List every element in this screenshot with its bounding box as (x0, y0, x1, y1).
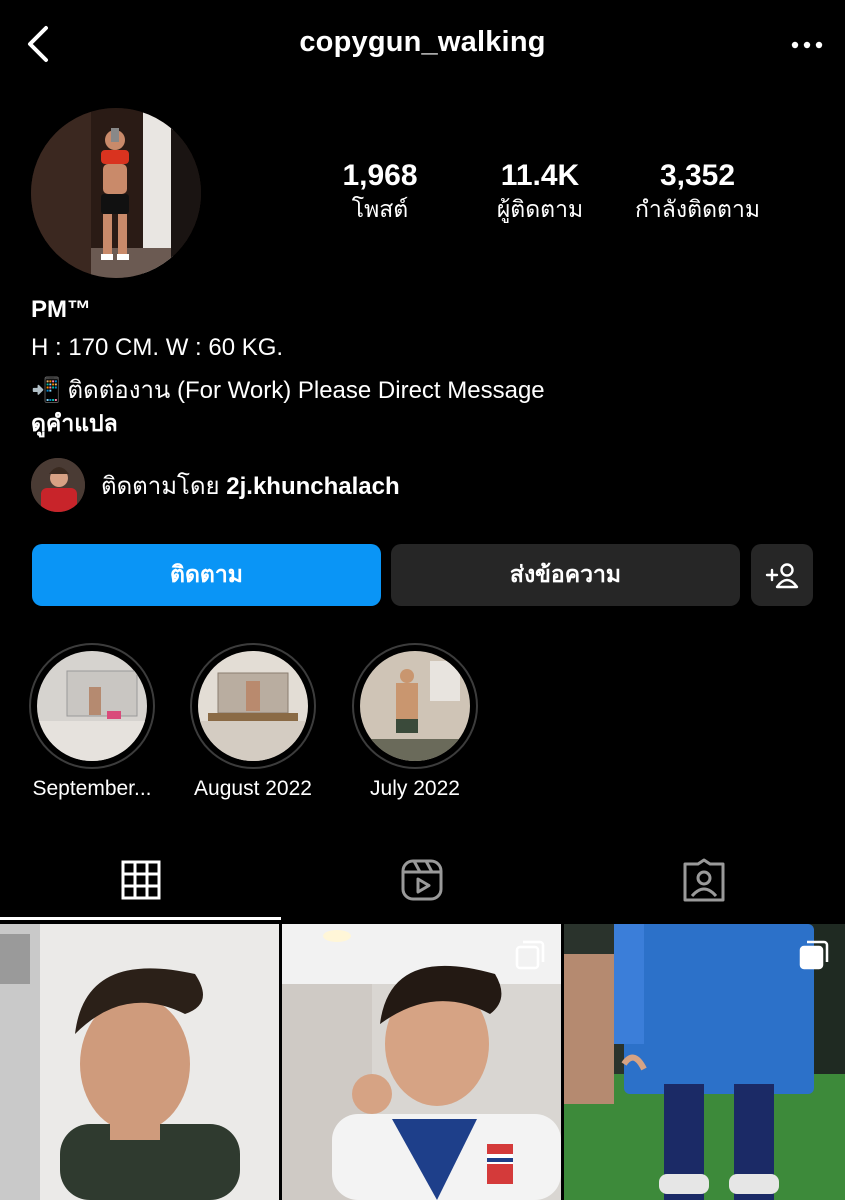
highlight-cover (37, 651, 147, 761)
story-highlight[interactable]: September... (29, 643, 155, 800)
posts-count: 1,968 (342, 159, 418, 192)
story-highlight[interactable]: August 2022 (190, 643, 316, 800)
posts-grid (0, 924, 845, 1200)
following-count: 3,352 (659, 159, 736, 192)
add-user-icon (765, 563, 799, 589)
multiple-photos-icon (799, 940, 829, 970)
tab-reels[interactable] (281, 840, 562, 920)
followed-by-prefix: ติดตามโดย (101, 472, 220, 500)
followers-stat[interactable]: 11.4K ผู้ติดตาม (470, 158, 610, 224)
posts-label: โพสต์ (351, 196, 409, 222)
avatar (31, 458, 85, 512)
story-highlight[interactable]: July 2022 (352, 643, 478, 800)
message-button[interactable]: ส่งข้อความ (391, 544, 740, 606)
grid-post[interactable] (282, 924, 561, 1200)
tagged-icon (683, 858, 724, 902)
following-stat[interactable]: 3,352 กำลังติดตาม (620, 158, 775, 224)
followers-count: 11.4K (500, 159, 580, 192)
followed-by[interactable]: ติดตามโดย 2j.khunchalach (31, 458, 400, 512)
more-horizontal-icon (791, 41, 823, 49)
message-button-label: ส่งข้อความ (509, 561, 622, 587)
suggest-users-button[interactable] (751, 544, 813, 606)
profile-avatar[interactable] (31, 108, 201, 278)
tab-tagged[interactable] (562, 840, 845, 920)
followers-label: ผู้ติดตาม (496, 196, 584, 222)
post-thumbnail (0, 924, 279, 1200)
top-bar: copygun_walking (0, 0, 845, 90)
profile-page: copygun_walking 1,968 โพสต์ 11.4K ผู้ติด… (0, 0, 845, 1200)
mutual-follower-photo (31, 458, 85, 512)
profile-username: copygun_walking (299, 26, 546, 58)
posts-stat[interactable]: 1,968 โพสต์ (320, 158, 440, 224)
bio-line: H : 170 CM. W : 60 KG. (31, 334, 284, 361)
highlight-label: July 2022 (370, 777, 460, 800)
followed-by-text: ติดตามโดย 2j.khunchalach (101, 466, 400, 505)
see-translation-link[interactable]: ดูคำแปล (31, 406, 118, 442)
grid-post[interactable] (0, 924, 279, 1200)
profile-display-name: PM™ (31, 296, 91, 323)
multiple-photos-icon (515, 940, 545, 970)
profile-photo (31, 108, 201, 278)
highlight-cover (198, 651, 308, 761)
highlight-label: August 2022 (194, 777, 312, 800)
highlight-ring (352, 643, 478, 769)
tab-posts[interactable] (0, 840, 281, 920)
highlight-label: September... (32, 777, 152, 800)
followed-by-user[interactable]: 2j.khunchalach (226, 473, 399, 500)
following-label: กำลังติดตาม (634, 196, 761, 222)
grid-post[interactable] (564, 924, 845, 1200)
more-options-button[interactable] (787, 30, 827, 60)
follow-button[interactable]: ติดตาม (32, 544, 381, 606)
highlight-ring (29, 643, 155, 769)
grid-icon (121, 860, 160, 900)
highlight-ring (190, 643, 316, 769)
follow-button-label: ติดตาม (170, 561, 243, 587)
highlight-cover (360, 651, 470, 761)
reels-icon (401, 859, 442, 901)
active-tab-indicator (0, 917, 281, 920)
bio-line: 📲 ติดต่องาน (For Work) Please Direct Mes… (31, 377, 545, 404)
profile-tabs (0, 840, 845, 920)
